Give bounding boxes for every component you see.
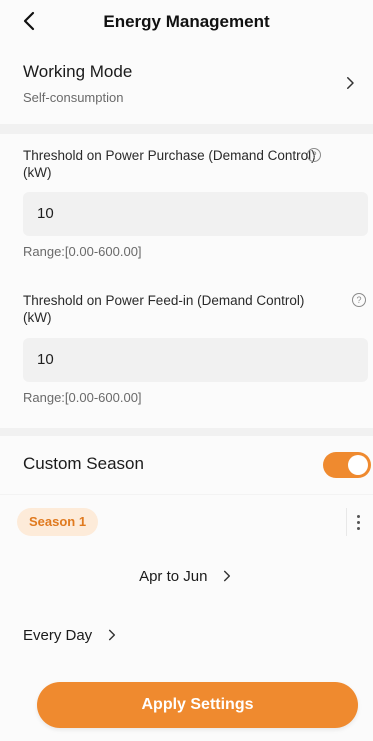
working-mode-row[interactable]: Working Mode Self-consumption bbox=[0, 50, 373, 124]
help-circle-icon[interactable]: ? bbox=[352, 293, 366, 307]
threshold-purchase-range: Range:[0.00-600.00] bbox=[23, 244, 142, 259]
custom-season-label: Custom Season bbox=[23, 454, 144, 473]
threshold-purchase-section: Threshold on Power Purchase (Demand Cont… bbox=[0, 134, 373, 274]
chevron-right-icon bbox=[108, 629, 115, 641]
toggle-knob bbox=[348, 455, 368, 475]
more-vertical-icon[interactable] bbox=[346, 508, 370, 536]
working-mode-label: Working Mode bbox=[23, 62, 133, 81]
chevron-right-icon bbox=[223, 570, 230, 582]
chevron-right-icon bbox=[347, 77, 354, 89]
section-divider bbox=[0, 428, 373, 436]
help-circle-icon[interactable]: ? bbox=[307, 148, 321, 162]
energy-management-page: Energy Management Working Mode Self-cons… bbox=[0, 0, 373, 741]
threshold-feedin-input[interactable]: 10 bbox=[23, 338, 368, 382]
season-period: Apr to Jun bbox=[139, 568, 208, 585]
page-title: Energy Management bbox=[103, 12, 270, 31]
header: Energy Management bbox=[0, 0, 373, 44]
section-divider bbox=[0, 124, 373, 134]
custom-season-toggle[interactable] bbox=[323, 452, 371, 478]
section-divider bbox=[0, 494, 373, 495]
threshold-feedin-range: Range:[0.00-600.00] bbox=[23, 390, 142, 405]
schedule-row[interactable]: Every Day bbox=[23, 627, 119, 645]
season-tab[interactable]: Season 1 bbox=[17, 508, 99, 536]
schedule-label: Every Day bbox=[23, 627, 93, 644]
apply-settings-button[interactable]: Apply Settings bbox=[37, 682, 358, 728]
season-period-row[interactable]: Apr to Jun bbox=[0, 568, 373, 586]
threshold-purchase-label: Threshold on Power Purchase (Demand Cont… bbox=[23, 148, 316, 180]
threshold-purchase-input[interactable]: 10 bbox=[23, 192, 368, 236]
threshold-feedin-section: Threshold on Power Feed-in (Demand Contr… bbox=[0, 274, 373, 424]
threshold-feedin-label: Threshold on Power Feed-in (Demand Contr… bbox=[23, 293, 305, 325]
working-mode-value: Self-consumption bbox=[23, 90, 124, 105]
